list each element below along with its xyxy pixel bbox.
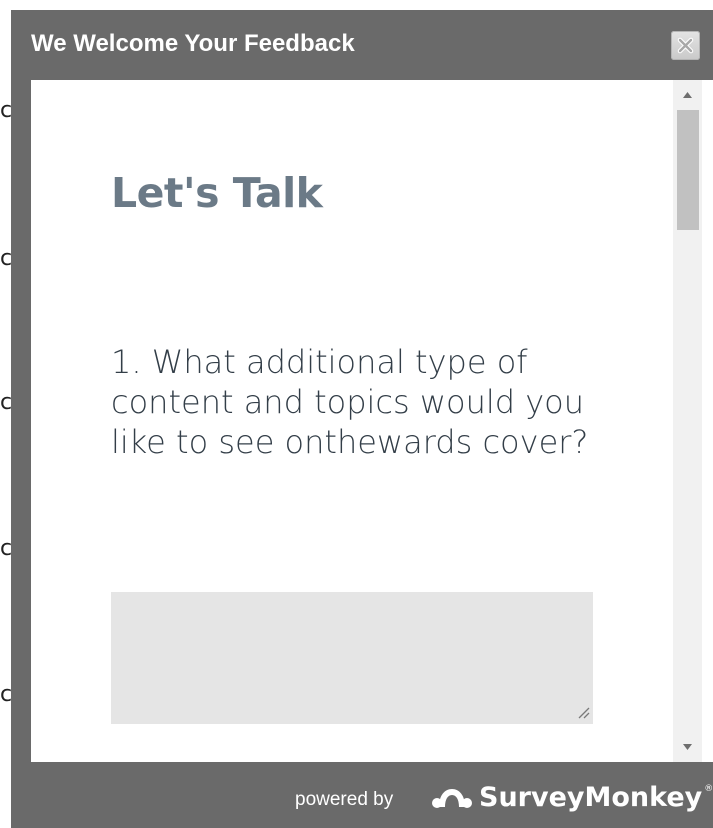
scroll-up-button[interactable] <box>673 80 702 108</box>
question-text: 1. What additional type of content and t… <box>111 343 589 461</box>
survey-frame: Let's Talk 1. What additional type of co… <box>31 80 713 762</box>
close-icon <box>677 37 694 54</box>
resize-grip-icon[interactable] <box>575 704 591 720</box>
page: c c c c c We Welcome Your Feedback Let's… <box>0 0 713 828</box>
close-button[interactable] <box>671 31 700 60</box>
surveymonkey-logo[interactable]: SurveyMonkey ® <box>431 780 713 816</box>
vertical-scrollbar[interactable] <box>673 80 702 762</box>
scroll-down-button[interactable] <box>673 734 702 762</box>
surveymonkey-wordmark: SurveyMonkey <box>479 782 703 813</box>
feedback-modal: We Welcome Your Feedback Let's Talk 1. W… <box>11 10 713 828</box>
survey-heading: Let's Talk <box>111 169 323 217</box>
modal-header: We Welcome Your Feedback <box>11 10 713 80</box>
powered-by-label: powered by <box>295 789 394 810</box>
answer-textarea[interactable] <box>111 592 593 724</box>
modal-title: We Welcome Your Feedback <box>31 30 355 57</box>
registered-mark: ® <box>704 784 713 794</box>
modal-footer: powered by SurveyMonkey ® <box>11 762 713 828</box>
scrollbar-thumb[interactable] <box>677 110 699 230</box>
arrow-up-icon <box>683 92 692 98</box>
arrow-down-icon <box>683 744 692 750</box>
surveymonkey-logo-icon <box>432 789 472 808</box>
